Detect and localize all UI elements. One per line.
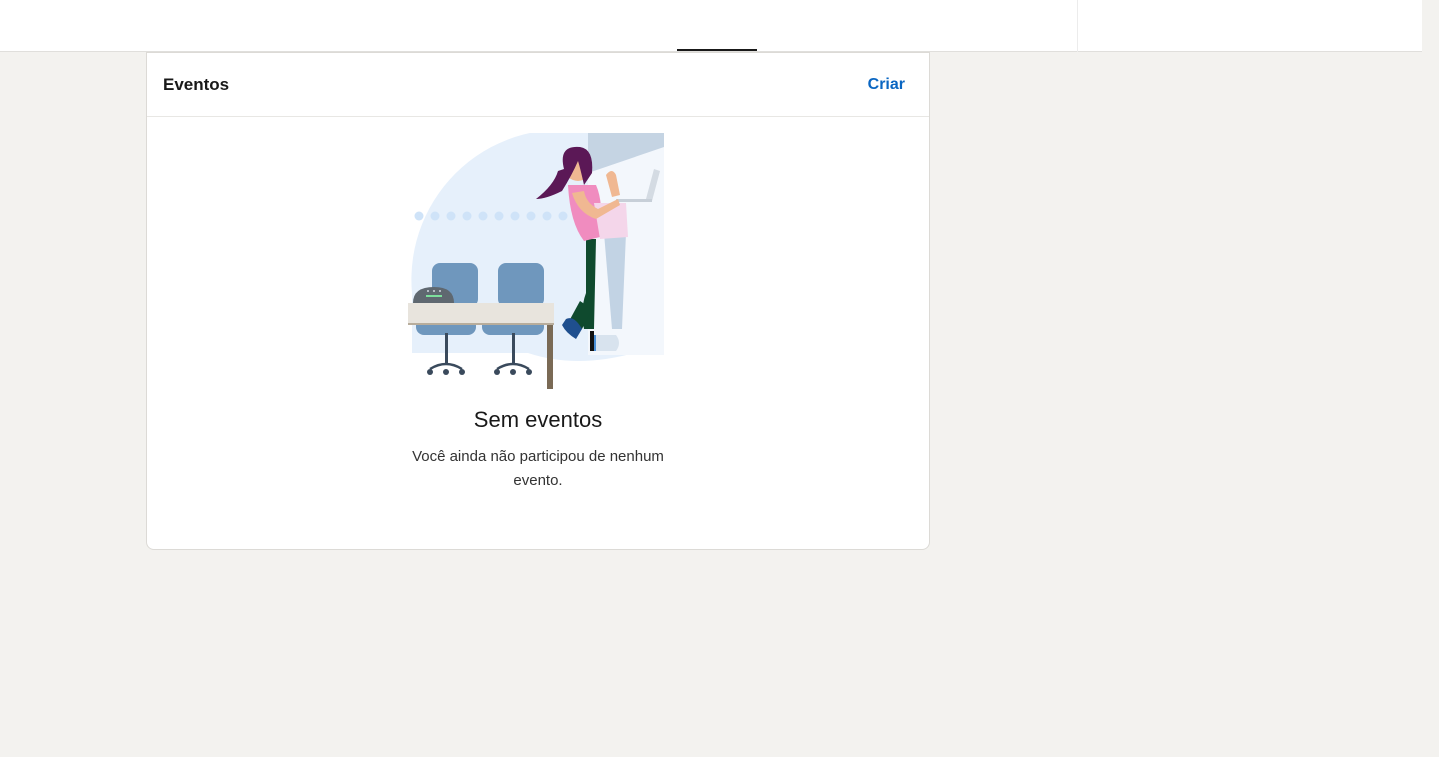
empty-state: Sem eventos Você ainda não participou de… xyxy=(147,117,929,493)
create-event-button[interactable]: Criar xyxy=(868,76,905,94)
events-title: Eventos xyxy=(163,74,230,94)
events-card-header: Eventos Criar xyxy=(147,53,929,117)
empty-events-illustration xyxy=(408,133,664,389)
top-navigation-bar xyxy=(0,0,1422,52)
nav-divider xyxy=(1077,0,1078,52)
active-tab-indicator xyxy=(677,49,757,51)
events-card: Eventos Criar Sem eventos Você ainda não… xyxy=(146,52,930,550)
scrollbar-gutter xyxy=(1422,0,1439,757)
empty-state-description: Você ainda não participou de nenhum even… xyxy=(412,448,664,489)
empty-state-title: Sem eventos xyxy=(473,407,603,432)
